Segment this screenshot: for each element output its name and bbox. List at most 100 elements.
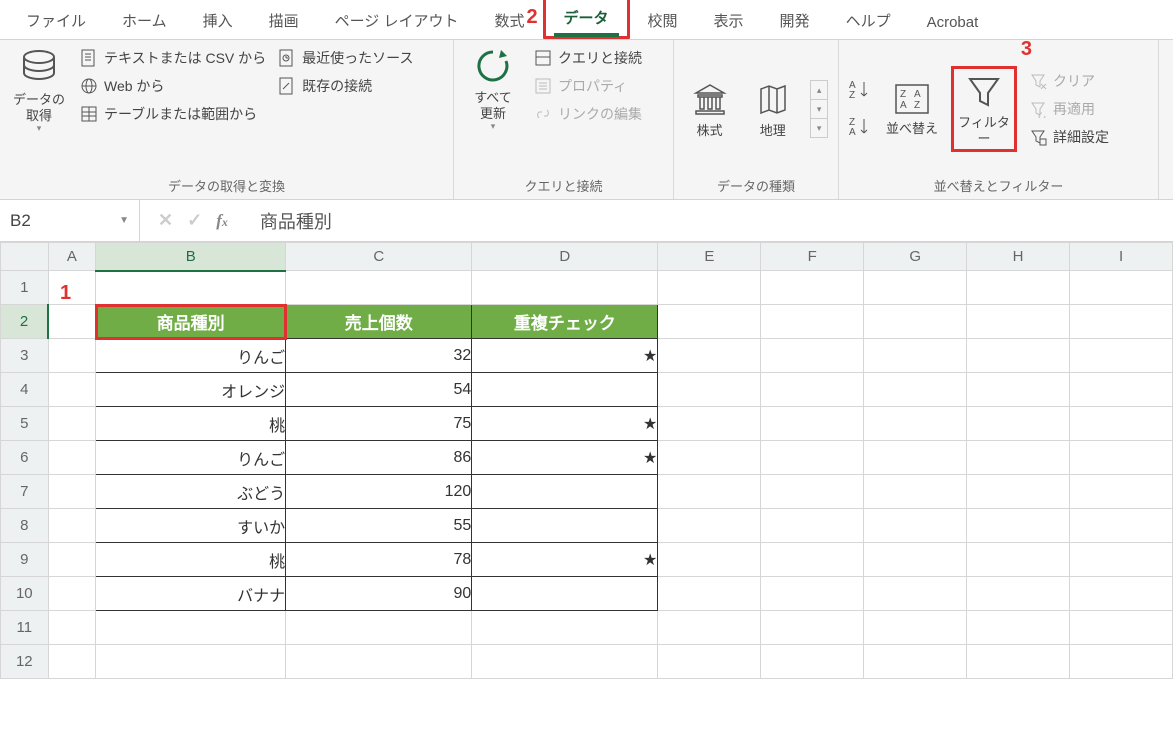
tab-developer[interactable]: 開発 (762, 0, 828, 39)
cell-A11[interactable] (48, 611, 96, 645)
cell-F12[interactable] (761, 645, 864, 679)
cell-C6[interactable]: 86 (286, 441, 472, 475)
cell-C2[interactable]: 売上個数 (286, 305, 472, 339)
column-header-H[interactable]: H (967, 243, 1070, 271)
cell-B3[interactable]: りんご (96, 339, 286, 373)
cell-G1[interactable] (864, 271, 967, 305)
cell-I2[interactable] (1070, 305, 1173, 339)
cell-B8[interactable]: すいか (96, 509, 286, 543)
cell-D8[interactable] (472, 509, 658, 543)
cell-F1[interactable] (761, 271, 864, 305)
cancel-formula-button[interactable]: ✕ (158, 210, 173, 231)
cell-F7[interactable] (761, 475, 864, 509)
column-header-F[interactable]: F (761, 243, 864, 271)
cell-G2[interactable] (864, 305, 967, 339)
column-header-I[interactable]: I (1070, 243, 1173, 271)
cell-C4[interactable]: 54 (286, 373, 472, 407)
cell-D5[interactable]: ★ (472, 407, 658, 441)
tab-data[interactable]: データ (543, 0, 630, 39)
tab-file[interactable]: ファイル (8, 0, 104, 39)
cell-F10[interactable] (761, 577, 864, 611)
sort-desc-button[interactable]: ZA (849, 115, 873, 140)
cell-A7[interactable] (48, 475, 96, 509)
clear-filter-button[interactable]: クリア (1029, 69, 1109, 93)
column-header-B[interactable]: B (96, 243, 286, 271)
from-web-button[interactable]: Web から (80, 74, 266, 98)
cell-E12[interactable] (658, 645, 761, 679)
row-header-8[interactable]: 8 (1, 509, 49, 543)
column-header-E[interactable]: E (658, 243, 761, 271)
cell-I4[interactable] (1070, 373, 1173, 407)
cell-H4[interactable] (967, 373, 1070, 407)
cell-B1[interactable] (96, 271, 286, 305)
row-header-2[interactable]: 2 (1, 305, 49, 339)
reapply-filter-button[interactable]: 再適用 (1029, 97, 1109, 121)
cell-C8[interactable]: 55 (286, 509, 472, 543)
recent-sources-button[interactable]: 最近使ったソース (278, 46, 413, 70)
cell-F11[interactable] (761, 611, 864, 645)
edit-links-button[interactable]: リンクの編集 (534, 102, 642, 126)
tab-view[interactable]: 表示 (696, 0, 762, 39)
cell-I12[interactable] (1070, 645, 1173, 679)
cell-I8[interactable] (1070, 509, 1173, 543)
row-header-10[interactable]: 10 (1, 577, 49, 611)
fx-icon[interactable]: fx (216, 211, 228, 231)
cell-E8[interactable] (658, 509, 761, 543)
cell-G12[interactable] (864, 645, 967, 679)
cell-B9[interactable]: 桃 (96, 543, 286, 577)
cell-C10[interactable]: 90 (286, 577, 472, 611)
cell-H12[interactable] (967, 645, 1070, 679)
refresh-all-button[interactable]: すべて 更新 ▾ (464, 46, 522, 132)
cell-C7[interactable]: 120 (286, 475, 472, 509)
cell-B5[interactable]: 桃 (96, 407, 286, 441)
sort-button[interactable]: ZAAZ 並べ替え (885, 81, 939, 137)
tab-acrobat[interactable]: Acrobat (909, 4, 997, 39)
column-header-G[interactable]: G (864, 243, 967, 271)
cell-D3[interactable]: ★ (472, 339, 658, 373)
column-header-C[interactable]: C (286, 243, 472, 271)
row-header-3[interactable]: 3 (1, 339, 49, 373)
queries-connections-button[interactable]: クエリと接続 (534, 46, 642, 70)
cell-I11[interactable] (1070, 611, 1173, 645)
cell-I6[interactable] (1070, 441, 1173, 475)
cell-B10[interactable]: バナナ (96, 577, 286, 611)
cell-E5[interactable] (658, 407, 761, 441)
from-text-csv-button[interactable]: テキストまたは CSV から (80, 46, 266, 70)
cell-H1[interactable] (967, 271, 1070, 305)
filter-button[interactable]: フィルター (951, 66, 1017, 151)
column-header-D[interactable]: D (472, 243, 658, 271)
cell-E9[interactable] (658, 543, 761, 577)
cell-G6[interactable] (864, 441, 967, 475)
cell-H5[interactable] (967, 407, 1070, 441)
cell-C12[interactable] (286, 645, 472, 679)
enter-formula-button[interactable]: ✓ (187, 210, 202, 231)
cell-I9[interactable] (1070, 543, 1173, 577)
row-header-1[interactable]: 1 (1, 271, 49, 305)
cell-I5[interactable] (1070, 407, 1173, 441)
data-types-gallery-expand[interactable]: ▴ ▾ ▾ (810, 80, 828, 138)
cell-C9[interactable]: 78 (286, 543, 472, 577)
cell-H3[interactable] (967, 339, 1070, 373)
cell-G5[interactable] (864, 407, 967, 441)
cell-C5[interactable]: 75 (286, 407, 472, 441)
cell-B4[interactable]: オレンジ (96, 373, 286, 407)
formula-bar[interactable]: 商品種別 (246, 208, 1173, 234)
row-header-11[interactable]: 11 (1, 611, 49, 645)
cell-I3[interactable] (1070, 339, 1173, 373)
cell-F5[interactable] (761, 407, 864, 441)
cell-A4[interactable] (48, 373, 96, 407)
cell-E4[interactable] (658, 373, 761, 407)
select-all-cell[interactable] (1, 243, 49, 271)
cell-G8[interactable] (864, 509, 967, 543)
cell-D11[interactable] (472, 611, 658, 645)
cell-C1[interactable] (286, 271, 472, 305)
cell-I7[interactable] (1070, 475, 1173, 509)
cell-E11[interactable] (658, 611, 761, 645)
cell-D7[interactable] (472, 475, 658, 509)
cell-H9[interactable] (967, 543, 1070, 577)
cell-G10[interactable] (864, 577, 967, 611)
cell-G3[interactable] (864, 339, 967, 373)
cell-G9[interactable] (864, 543, 967, 577)
row-header-9[interactable]: 9 (1, 543, 49, 577)
cell-H6[interactable] (967, 441, 1070, 475)
